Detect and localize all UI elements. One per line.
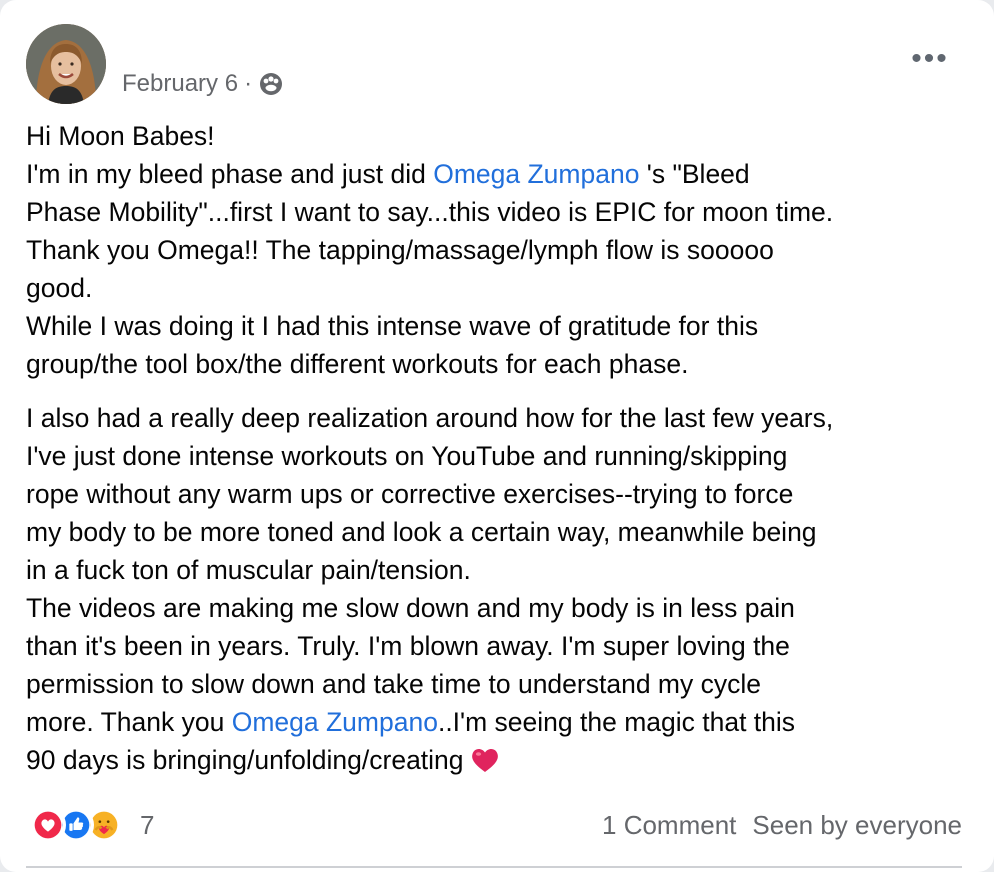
post-line-text: I also had a really deep realization aro… xyxy=(26,403,834,433)
post-date[interactable]: February 6 xyxy=(122,70,238,98)
post-line: While I was doing it I had this intense … xyxy=(26,307,971,345)
post-line: in a fuck ton of muscular pain/tension. xyxy=(26,551,971,589)
post-line: my body to be more toned and look a cert… xyxy=(26,513,971,551)
reaction-count[interactable]: 7 xyxy=(140,810,154,841)
post-line-text: I've just done intense workouts on YouTu… xyxy=(26,441,788,471)
post-line: Phase Mobility"...first I want to say...… xyxy=(26,193,971,231)
footer-divider xyxy=(26,866,962,868)
post-line-text: than it's been in years. Truly. I'm blow… xyxy=(26,631,790,661)
author-avatar[interactable] xyxy=(26,24,106,104)
post-line-text: I'm in my bleed phase and just did xyxy=(26,159,434,189)
post-line-text: 90 days is bringing/unfolding/creating xyxy=(26,745,464,775)
post-line: I also had a really deep realization aro… xyxy=(26,399,971,437)
post-line-text: Hi Moon Babes! xyxy=(26,121,215,151)
post-paragraph-2: I also had a really deep realization aro… xyxy=(26,399,971,779)
post-line: I've just done intense workouts on YouTu… xyxy=(26,437,971,475)
post-line-text: rope without any warm ups or corrective … xyxy=(26,479,794,509)
comment-count-link[interactable]: 1 Comment xyxy=(602,810,736,841)
post-line: than it's been in years. Truly. I'm blow… xyxy=(26,627,971,665)
post-line: I'm in my bleed phase and just did Omega… xyxy=(26,155,971,193)
post-line-text: permission to slow down and take time to… xyxy=(26,669,761,699)
post-line: The videos are making me slow down and m… xyxy=(26,589,971,627)
post-body: Hi Moon Babes! I'm in my bleed phase and … xyxy=(26,117,971,779)
post-line: permission to slow down and take time to… xyxy=(26,665,971,703)
post-paragraph-1: Hi Moon Babes! I'm in my bleed phase and … xyxy=(26,117,971,383)
post-line-text: ..I'm seeing the magic that this xyxy=(437,707,796,737)
meta-separator: · xyxy=(244,70,253,97)
post-line: group/the tool box/the different workout… xyxy=(26,345,971,383)
post-line-text: my body to be more toned and look a cert… xyxy=(26,517,817,547)
group-icon[interactable] xyxy=(258,71,284,97)
mention-link[interactable]: Omega Zumpano xyxy=(232,707,438,737)
post-line-text: more. Thank you xyxy=(26,707,232,737)
love-reaction-icon xyxy=(30,807,66,843)
post-card: February 6 · ••• Hi Moon Babes! I'm in my… xyxy=(0,0,994,872)
more-options-button[interactable]: ••• xyxy=(908,42,952,75)
post-line-text: in a fuck ton of muscular pain/tension. xyxy=(26,555,471,585)
reactions-summary[interactable]: 7 xyxy=(30,807,154,843)
post-line-text: The videos are making me slow down and m… xyxy=(26,593,795,623)
post-footer: 7 1 Comment Seen by everyone xyxy=(30,800,962,850)
post-line: more. Thank you Omega Zumpano..I'm seein… xyxy=(26,703,971,741)
post-line: rope without any warm ups or corrective … xyxy=(26,475,971,513)
post-line: Hi Moon Babes! xyxy=(26,117,971,155)
mention-link[interactable]: Omega Zumpano xyxy=(433,159,639,189)
post-line: 90 days is bringing/unfolding/creating xyxy=(26,741,971,779)
red-heart-icon xyxy=(470,745,500,773)
post-line-text: Phase Mobility"...first I want to say...… xyxy=(26,197,834,227)
post-stats: 1 Comment Seen by everyone xyxy=(602,810,962,841)
post-line-text: While I was doing it I had this intense … xyxy=(26,311,759,341)
post-line: good. xyxy=(26,269,971,307)
seen-by-link[interactable]: Seen by everyone xyxy=(752,810,962,841)
post-line: Thank you Omega!! The tapping/massage/ly… xyxy=(26,231,971,269)
post-meta: February 6 · xyxy=(122,66,284,102)
post-line-text: Thank you Omega!! The tapping/massage/ly… xyxy=(26,235,774,265)
post-line-text: 's "Bleed xyxy=(639,159,750,189)
post-line-text: group/the tool box/the different workout… xyxy=(26,349,689,379)
post-line-text: good. xyxy=(26,273,93,303)
